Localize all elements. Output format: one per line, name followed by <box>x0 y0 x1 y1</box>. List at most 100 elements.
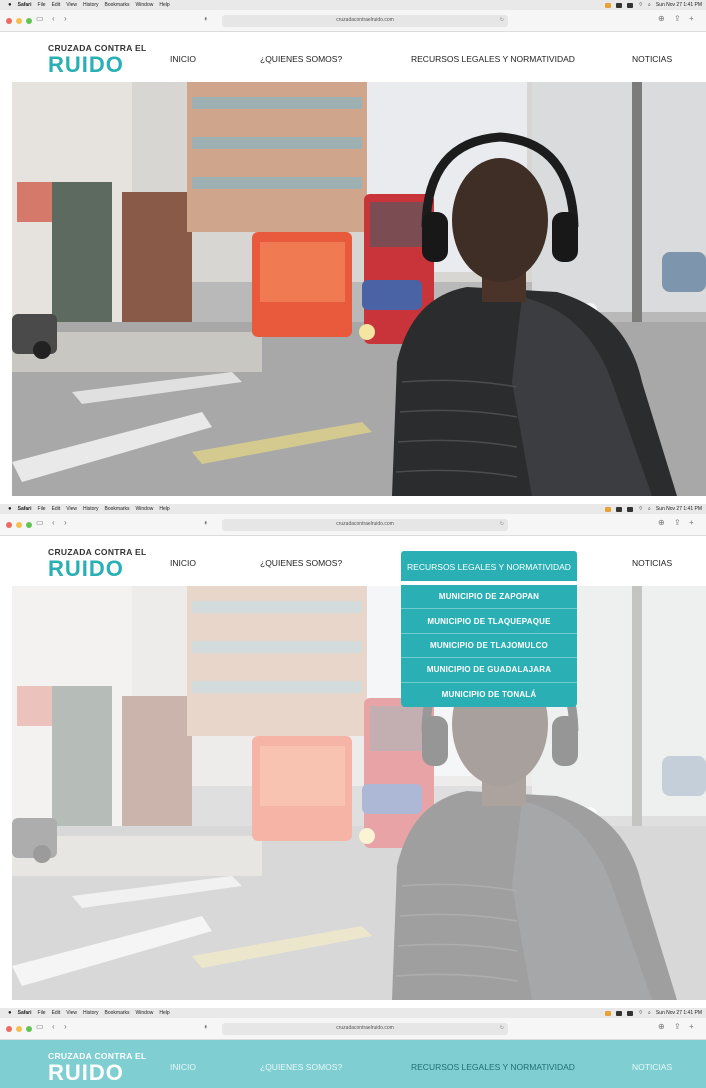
new-tab-icon[interactable]: + <box>689 1022 694 1031</box>
nav-inicio[interactable]: INICIO <box>170 54 196 64</box>
minimize-window-button[interactable] <box>16 18 22 24</box>
privacy-shield-icon[interactable]: ◐ <box>204 14 209 23</box>
menu-file[interactable]: File <box>38 506 46 512</box>
nav-quienes-somos[interactable]: ¿QUIENES SOMOS? <box>260 558 342 568</box>
nav-quienes-somos[interactable]: ¿QUIENES SOMOS? <box>260 1062 342 1072</box>
menu-history[interactable]: History <box>83 2 99 8</box>
nav-inicio[interactable]: INICIO <box>170 558 196 568</box>
menu-app[interactable]: Safari <box>18 1010 32 1016</box>
minimize-window-button[interactable] <box>16 1026 22 1032</box>
wifi-icon[interactable]: ⌔ <box>638 2 643 8</box>
menu-view[interactable]: View <box>66 506 77 512</box>
share-icon[interactable]: ⇪ <box>674 1022 681 1031</box>
battery-icon[interactable] <box>627 1010 634 1016</box>
address-bar[interactable]: cruzadacontraelruido.com ↻ <box>222 519 508 531</box>
battery-icon[interactable] <box>627 506 634 512</box>
apple-icon[interactable]: ● <box>8 1010 12 1016</box>
menu-file[interactable]: File <box>38 2 46 8</box>
apple-icon[interactable]: ● <box>8 2 12 8</box>
menu-item-zapopan[interactable]: MUNICIPIO DE ZAPOPAN <box>401 585 577 610</box>
wifi-icon[interactable]: ⌔ <box>638 1010 643 1016</box>
forward-icon[interactable]: › <box>64 1022 67 1031</box>
sidebar-icon[interactable]: ▭ <box>36 14 44 23</box>
menu-bookmarks[interactable]: Bookmarks <box>105 2 130 8</box>
nav-noticias[interactable]: NOTICIAS <box>632 1062 672 1072</box>
download-icon[interactable]: ⊕ <box>658 14 665 23</box>
back-icon[interactable]: ‹ <box>52 518 55 527</box>
menu-item-tlajomulco[interactable]: MUNICIPIO DE TLAJOMULCO <box>401 634 577 659</box>
share-icon[interactable]: ⇪ <box>674 14 681 23</box>
menu-view[interactable]: View <box>66 1010 77 1016</box>
download-icon[interactable]: ⊕ <box>658 1022 665 1031</box>
zoom-window-button[interactable] <box>26 1026 32 1032</box>
close-window-button[interactable] <box>6 18 12 24</box>
menu-edit[interactable]: Edit <box>52 506 61 512</box>
menu-edit[interactable]: Edit <box>52 2 61 8</box>
menu-edit[interactable]: Edit <box>52 1010 61 1016</box>
menu-help[interactable]: Help <box>159 2 169 8</box>
address-bar[interactable]: cruzadacontraelruido.com ↻ <box>222 15 508 27</box>
reload-icon[interactable]: ↻ <box>500 1025 504 1031</box>
forward-icon[interactable]: › <box>64 14 67 23</box>
forward-icon[interactable]: › <box>64 518 67 527</box>
app-status-icon[interactable] <box>605 2 612 8</box>
back-icon[interactable]: ‹ <box>52 14 55 23</box>
share-icon[interactable]: ⇪ <box>674 518 681 527</box>
clock[interactable]: Sun Nov 27 1:41 PM <box>656 2 702 8</box>
wifi-icon[interactable]: ⌔ <box>638 506 643 512</box>
search-icon[interactable]: ⌕ <box>648 2 651 8</box>
apple-icon[interactable]: ● <box>8 506 12 512</box>
nav-inicio[interactable]: INICIO <box>170 1062 196 1072</box>
clock[interactable]: Sun Nov 27 1:41 PM <box>656 1010 702 1016</box>
clock[interactable]: Sun Nov 27 1:41 PM <box>656 506 702 512</box>
nav-recursos-legales[interactable]: RECURSOS LEGALES Y NORMATIVIDAD <box>411 54 575 64</box>
address-bar[interactable]: cruzadacontraelruido.com ↻ <box>222 1023 508 1035</box>
menu-item-guadalajara[interactable]: MUNICIPIO DE GUADALAJARA <box>401 658 577 683</box>
new-tab-icon[interactable]: + <box>689 14 694 23</box>
reload-icon[interactable]: ↻ <box>500 17 504 23</box>
search-icon[interactable]: ⌕ <box>648 1010 651 1016</box>
menu-item-tonala[interactable]: MUNICIPIO DE TONALÁ <box>401 683 577 707</box>
site-logo[interactable]: CRUZADA CONTRA EL RUIDO <box>48 43 146 76</box>
sidebar-icon[interactable]: ▭ <box>36 1022 44 1031</box>
menu-bookmarks[interactable]: Bookmarks <box>105 506 130 512</box>
nav-noticias[interactable]: NOTICIAS <box>632 54 672 64</box>
sidebar-icon[interactable]: ▭ <box>36 518 44 527</box>
menu-window[interactable]: Window <box>136 506 154 512</box>
menu-item-tlaquepaque[interactable]: MUNICIPIO DE TLAQUEPAQUE <box>401 609 577 634</box>
app-status-icon[interactable] <box>605 506 612 512</box>
privacy-shield-icon[interactable]: ◐ <box>204 518 209 527</box>
menu-help[interactable]: Help <box>159 1010 169 1016</box>
menu-window[interactable]: Window <box>136 2 154 8</box>
close-window-button[interactable] <box>6 522 12 528</box>
zoom-window-button[interactable] <box>26 18 32 24</box>
menu-app[interactable]: Safari <box>18 506 32 512</box>
download-icon[interactable]: ⊕ <box>658 518 665 527</box>
nav-noticias[interactable]: NOTICIAS <box>632 558 672 568</box>
zoom-window-button[interactable] <box>26 522 32 528</box>
site-logo[interactable]: CRUZADA CONTRA EL RUIDO <box>48 1051 146 1084</box>
menu-file[interactable]: File <box>38 1010 46 1016</box>
menu-help[interactable]: Help <box>159 506 169 512</box>
nav-quienes-somos[interactable]: ¿QUIENES SOMOS? <box>260 54 342 64</box>
menu-app[interactable]: Safari <box>18 2 32 8</box>
nav-recursos-legales[interactable]: RECURSOS LEGALES Y NORMATIVIDAD <box>411 1062 575 1072</box>
battery-icon[interactable] <box>627 2 634 8</box>
display-icon[interactable] <box>616 1010 623 1016</box>
display-icon[interactable] <box>616 2 623 8</box>
new-tab-icon[interactable]: + <box>689 518 694 527</box>
display-icon[interactable] <box>616 506 623 512</box>
app-status-icon[interactable] <box>605 1010 612 1016</box>
back-icon[interactable]: ‹ <box>52 1022 55 1031</box>
menu-view[interactable]: View <box>66 2 77 8</box>
menu-history[interactable]: History <box>83 506 99 512</box>
nav-recursos-legales-active[interactable]: RECURSOS LEGALES Y NORMATIVIDAD <box>401 551 577 581</box>
reload-icon[interactable]: ↻ <box>500 521 504 527</box>
menu-bookmarks[interactable]: Bookmarks <box>105 1010 130 1016</box>
close-window-button[interactable] <box>6 1026 12 1032</box>
menu-window[interactable]: Window <box>136 1010 154 1016</box>
site-logo[interactable]: CRUZADA CONTRA EL RUIDO <box>48 547 146 580</box>
minimize-window-button[interactable] <box>16 522 22 528</box>
privacy-shield-icon[interactable]: ◐ <box>204 1022 209 1031</box>
search-icon[interactable]: ⌕ <box>648 506 651 512</box>
